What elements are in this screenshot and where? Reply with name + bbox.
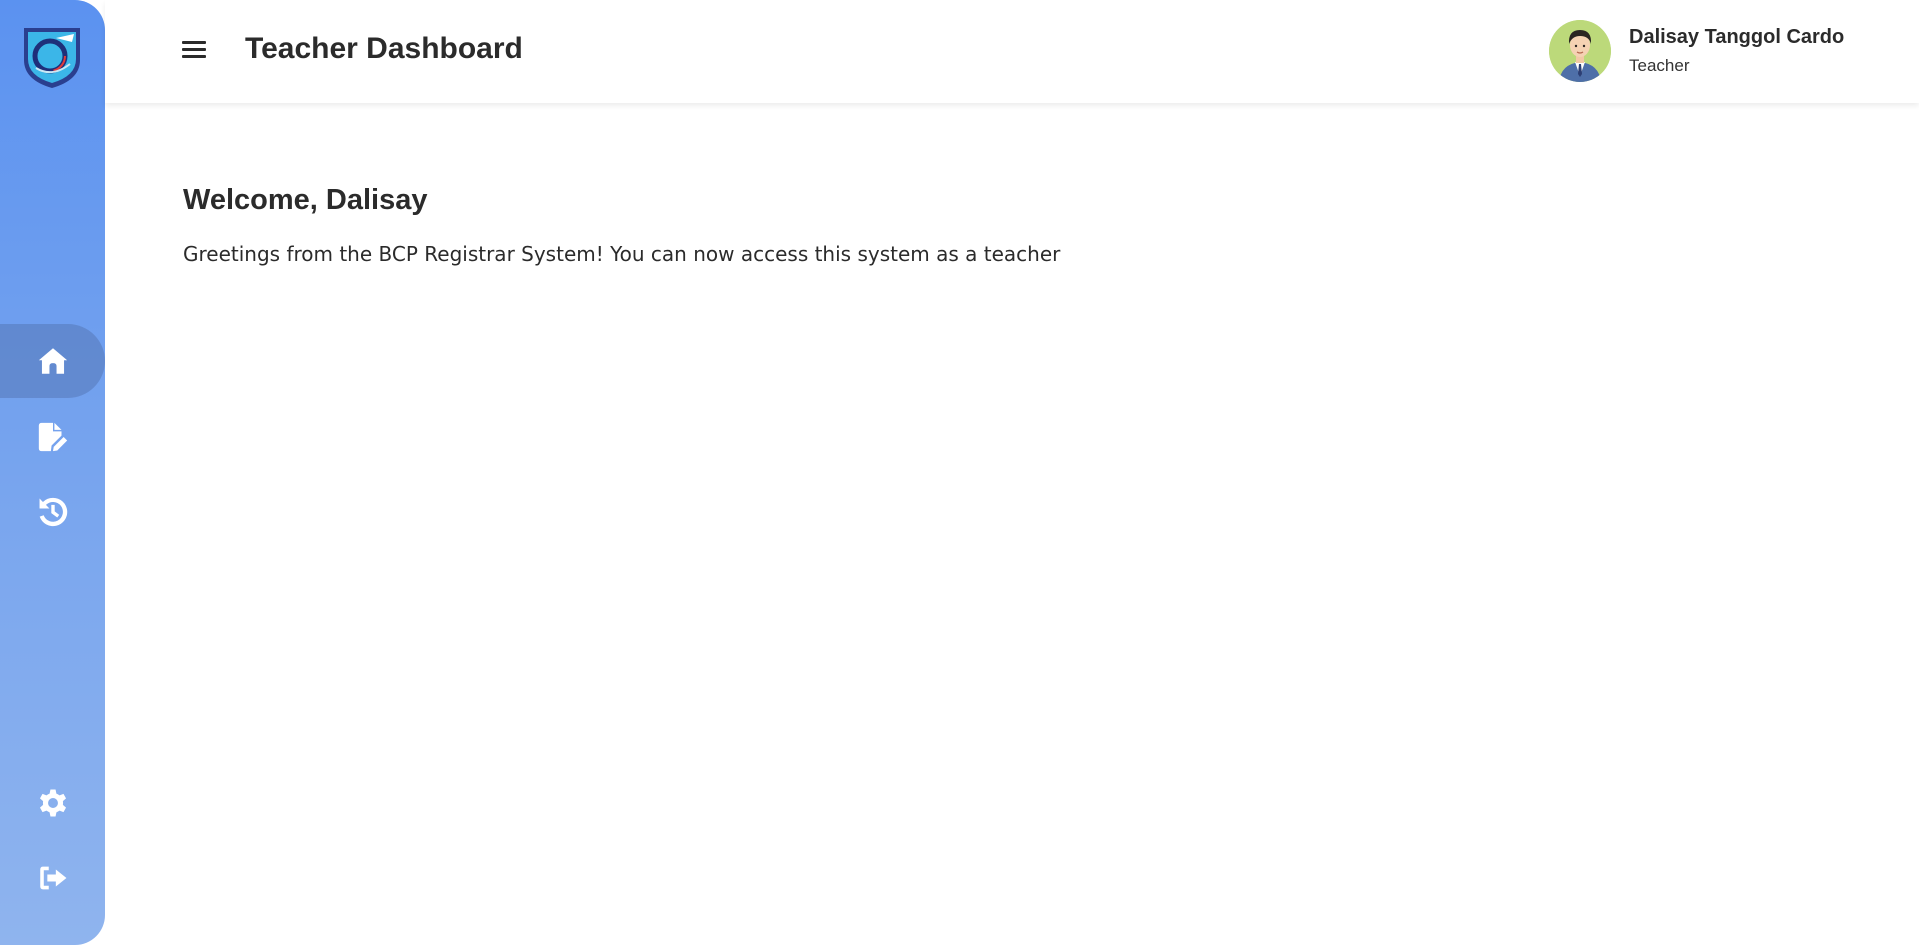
user-name: Dalisay Tanggol Cardo [1629, 26, 1845, 48]
greeting-text: Greetings from the BCP Registrar System!… [183, 242, 1061, 266]
avatar [1549, 20, 1611, 82]
app-root: Teacher Dashboard Dalisay Tanggol Cardo [0, 0, 1919, 946]
sidebar-item-home[interactable] [0, 324, 105, 398]
sidebar-item-history[interactable] [0, 475, 105, 549]
welcome-heading: Welcome, Dalisay [183, 184, 428, 216]
user-profile[interactable]: Dalisay Tanggol Cardo Teacher [1549, 20, 1879, 82]
page-title: Teacher Dashboard [245, 32, 523, 65]
hamburger-menu-icon [182, 41, 206, 44]
home-icon [38, 348, 67, 374]
logout-icon [39, 866, 66, 890]
sidebar [0, 0, 105, 945]
sidebar-item-settings[interactable] [0, 766, 105, 840]
school-logo[interactable] [20, 24, 84, 90]
sidebar-item-grades[interactable] [0, 400, 105, 474]
history-icon [39, 497, 67, 527]
top-header: Teacher Dashboard Dalisay Tanggol Cardo [105, 0, 1919, 103]
hamburger-menu-button[interactable] [180, 38, 208, 64]
sidebar-item-logout[interactable] [0, 841, 105, 915]
user-role: Teacher [1629, 56, 1690, 75]
file-edit-icon [38, 422, 67, 452]
gear-icon [39, 789, 66, 817]
